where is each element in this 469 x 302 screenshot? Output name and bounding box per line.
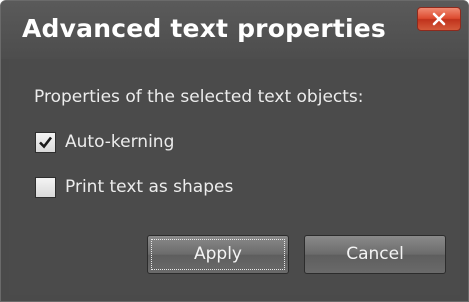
title-bar[interactable]: Advanced text properties bbox=[1, 1, 468, 59]
close-icon bbox=[432, 12, 446, 26]
checkmark-icon bbox=[39, 136, 53, 149]
dialog-body: Properties of the selected text objects:… bbox=[9, 59, 460, 295]
print-text-as-shapes-checkbox[interactable] bbox=[35, 177, 56, 198]
apply-button[interactable]: Apply bbox=[147, 235, 289, 274]
dialog-title: Advanced text properties bbox=[22, 14, 387, 43]
print-text-as-shapes-label[interactable]: Print text as shapes bbox=[65, 177, 233, 198]
properties-prompt: Properties of the selected text objects: bbox=[34, 87, 364, 107]
auto-kerning-checkbox[interactable] bbox=[35, 132, 56, 153]
close-button[interactable] bbox=[417, 7, 461, 31]
cancel-button[interactable]: Cancel bbox=[304, 235, 446, 274]
auto-kerning-label[interactable]: Auto-kerning bbox=[65, 132, 174, 153]
dialog-window: Advanced text properties Properties of t… bbox=[0, 0, 469, 302]
